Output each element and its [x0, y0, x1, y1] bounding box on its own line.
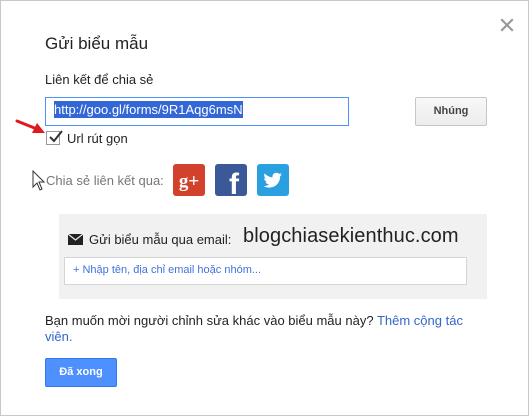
invite-collaborators-text: Bạn muốn mời người chỉnh sửa khác vào bi…: [45, 313, 475, 345]
annotation-arrow-icon: [15, 119, 45, 133]
embed-button[interactable]: Nhúng: [415, 97, 487, 126]
facebook-icon[interactable]: f: [215, 164, 247, 196]
envelope-icon: [68, 234, 83, 245]
close-icon[interactable]: [497, 15, 517, 35]
short-url-checkbox[interactable]: [46, 130, 63, 145]
email-recipients-input[interactable]: + Nhập tên, địa chỉ email hoặc nhóm...: [64, 257, 467, 285]
short-url-label: Url rút gọn: [67, 131, 128, 146]
email-share-label: Gửi biểu mẫu qua email:: [89, 232, 232, 247]
share-link-label: Liên kết để chia sẻ: [45, 72, 154, 87]
google-plus-icon[interactable]: g+: [173, 164, 205, 196]
mouse-cursor-icon: [32, 170, 46, 191]
watermark-text: blogchiasekienthuc.com: [243, 225, 459, 247]
dialog-title: Gửi biểu mẫu: [45, 34, 149, 53]
twitter-icon[interactable]: [257, 164, 289, 196]
send-form-dialog: Gửi biểu mẫu Liên kết để chia sẻ http://…: [0, 0, 529, 416]
done-button[interactable]: Đã xong: [45, 358, 117, 387]
facebook-glyph: f: [229, 168, 240, 196]
google-plus-glyph: g+: [179, 171, 199, 192]
share-link-url: http://goo.gl/forms/9R1Aqg6msN: [54, 101, 243, 118]
invite-question: Bạn muốn mời người chỉnh sửa khác vào bi…: [45, 313, 374, 328]
share-via-label: Chia sẻ liên kết qua:: [46, 173, 164, 188]
share-link-field[interactable]: http://goo.gl/forms/9R1Aqg6msN: [45, 97, 349, 126]
